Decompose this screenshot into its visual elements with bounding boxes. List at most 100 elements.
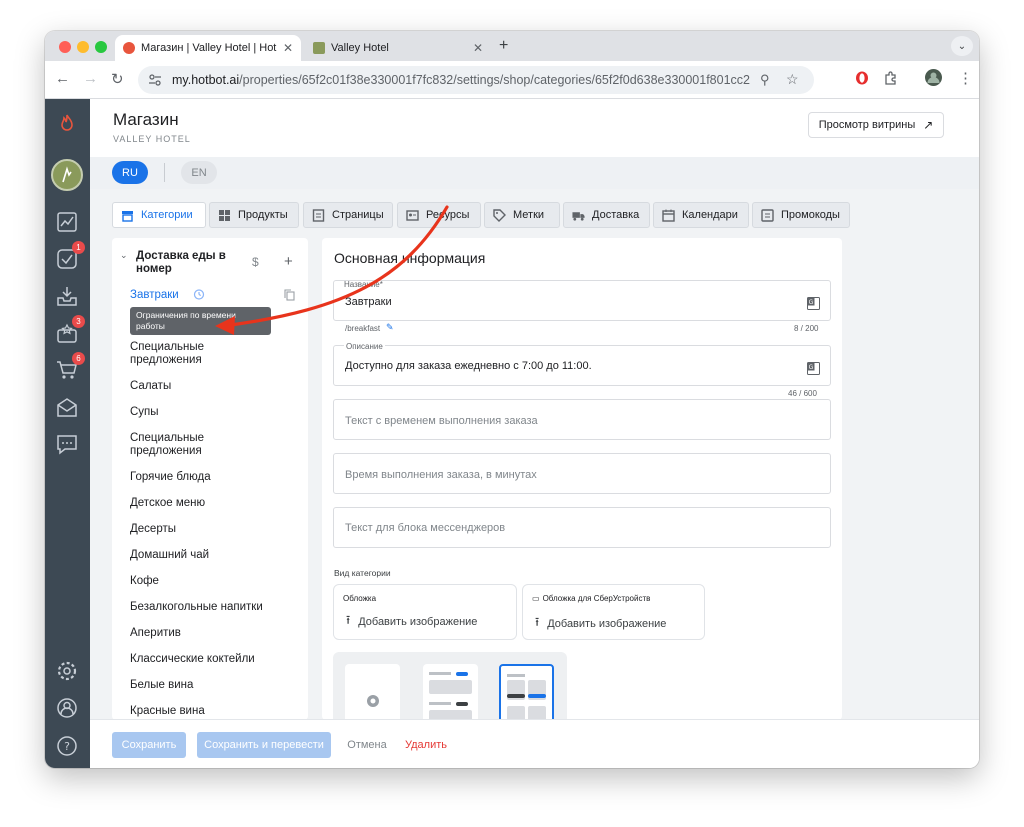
category-item[interactable]: Горячие блюда bbox=[130, 471, 270, 484]
language-switcher: RU EN bbox=[90, 157, 979, 189]
hotel-avatar[interactable] bbox=[51, 159, 83, 191]
tab-calendars[interactable]: Календари bbox=[653, 202, 749, 228]
close-tab-icon[interactable]: ✕ bbox=[473, 41, 483, 55]
tab-label: Ресурсы bbox=[426, 209, 470, 221]
add-image-button[interactable]: ⭱ Добавить изображение bbox=[346, 611, 477, 632]
page-subtitle: VALLEY HOTEL bbox=[113, 134, 191, 144]
delete-button[interactable]: Удалить bbox=[401, 732, 451, 758]
messenger-text-input[interactable]: Текст для блока мессенджеров bbox=[333, 507, 831, 548]
view-option-cover[interactable] bbox=[345, 664, 400, 720]
category-item[interactable]: Специальные предложения bbox=[130, 432, 270, 458]
category-item[interactable]: Специальные предложения bbox=[130, 341, 270, 367]
hotbot-favicon-icon bbox=[123, 42, 135, 54]
extensions-puzzle-icon[interactable] bbox=[884, 71, 898, 88]
back-icon[interactable]: ← bbox=[55, 70, 70, 87]
browser-toolbar: ← → ↻ my.hotbot.ai/properties/65f2c01f38… bbox=[45, 61, 979, 99]
action-bar: Сохранить Сохранить и перевести Отмена У… bbox=[90, 719, 979, 768]
translate-icon[interactable]: G bbox=[807, 297, 820, 310]
preview-storefront-button[interactable]: Просмотр витрины ↗ bbox=[808, 112, 944, 138]
add-image-button[interactable]: ⭱ Добавить изображение bbox=[535, 613, 666, 634]
category-item[interactable]: Домашний чай bbox=[130, 549, 270, 562]
view-option-list[interactable] bbox=[423, 664, 478, 720]
tab-tags[interactable]: Метки bbox=[484, 202, 560, 228]
tab-label: Метки bbox=[513, 209, 545, 221]
site-info-icon[interactable] bbox=[148, 73, 162, 87]
url-path: /properties/65f2c01f38e330001f7fc832/set… bbox=[239, 73, 750, 87]
time-minutes-input[interactable]: Время выполнения заказа, в минутах bbox=[333, 453, 831, 494]
category-item[interactable]: Кофе bbox=[130, 575, 270, 588]
currency-icon[interactable]: $ bbox=[252, 255, 259, 269]
reload-icon[interactable]: ↻ bbox=[111, 70, 124, 88]
tab-pages[interactable]: Страницы bbox=[303, 202, 393, 228]
category-item[interactable]: Аперитив bbox=[130, 627, 270, 640]
maximize-window-button[interactable] bbox=[95, 41, 107, 53]
collapse-chevron-icon[interactable]: ⌄ bbox=[120, 250, 128, 261]
tag-icon bbox=[493, 208, 506, 222]
slug-text[interactable]: /breakfast bbox=[345, 324, 380, 333]
tab-delivery[interactable]: Доставка bbox=[563, 202, 650, 228]
svg-text:G: G bbox=[809, 364, 814, 371]
inbox-icon[interactable] bbox=[54, 283, 80, 309]
category-item[interactable]: Супы bbox=[130, 406, 270, 419]
browser-tab-shop[interactable]: Магазин | Valley Hotel | Hotbot ✕ bbox=[115, 35, 301, 61]
save-and-translate-button[interactable]: Сохранить и перевести bbox=[197, 732, 331, 758]
minimize-window-button[interactable] bbox=[77, 41, 89, 53]
tab-label: Категории bbox=[141, 209, 193, 221]
opera-extension-icon[interactable] bbox=[855, 71, 869, 88]
browser-menu-icon[interactable]: ⋮ bbox=[958, 69, 973, 87]
clock-icon[interactable] bbox=[193, 287, 205, 305]
page-title: Магазин bbox=[113, 110, 179, 129]
add-image-label: Добавить изображение bbox=[547, 617, 667, 630]
close-window-button[interactable] bbox=[59, 41, 71, 53]
category-group-title[interactable]: Доставка еды в номер bbox=[136, 250, 248, 276]
name-field[interactable]: Название* Завтраки G bbox=[333, 280, 831, 321]
cover-sber-upload[interactable]: ▭ Обложка для СберУстройств ⭱ Добавить изо… bbox=[522, 584, 705, 640]
category-item[interactable]: Десерты bbox=[130, 523, 270, 536]
account-icon[interactable] bbox=[54, 695, 80, 721]
sidebar: 1 3 6 ? bbox=[45, 99, 90, 768]
translate-icon[interactable]: G bbox=[807, 362, 820, 375]
tab-resources[interactable]: Ресурсы bbox=[397, 202, 481, 228]
tab-products[interactable]: Продукты bbox=[209, 202, 299, 228]
zoom-icon[interactable]: ⚲ bbox=[760, 72, 770, 88]
chat-icon[interactable] bbox=[54, 431, 80, 457]
address-bar[interactable]: my.hotbot.ai/properties/65f2c01f38e33000… bbox=[138, 66, 814, 94]
new-tab-icon[interactable]: + bbox=[499, 37, 508, 55]
add-category-icon[interactable]: + bbox=[284, 253, 293, 270]
upload-icon: ⭱ bbox=[535, 615, 540, 629]
calendar-icon bbox=[662, 209, 675, 222]
edit-slug-icon[interactable]: ✎ bbox=[386, 322, 394, 333]
category-item[interactable]: Классические коктейли bbox=[130, 653, 270, 666]
browser-tab-valley-hotel[interactable]: Valley Hotel ✕ bbox=[305, 35, 491, 61]
profile-avatar[interactable] bbox=[925, 69, 942, 89]
device-icon: ▭ bbox=[532, 594, 540, 603]
category-item[interactable]: Салаты bbox=[130, 380, 270, 393]
cover-label: Обложка bbox=[343, 594, 377, 603]
tab-title: Магазин | Valley Hotel | Hotbot bbox=[141, 42, 277, 54]
tab-promocodes[interactable]: Промокоды bbox=[752, 202, 850, 228]
time-text-input[interactable]: Текст с временем выполнения заказа bbox=[333, 399, 831, 440]
tab-label: Страницы bbox=[332, 209, 384, 221]
mail-icon[interactable] bbox=[54, 394, 80, 420]
forward-icon[interactable]: → bbox=[83, 70, 98, 87]
help-icon[interactable]: ? bbox=[54, 733, 80, 759]
save-button[interactable]: Сохранить bbox=[112, 732, 186, 758]
close-tab-icon[interactable]: ✕ bbox=[283, 41, 293, 55]
view-option-grid[interactable] bbox=[499, 664, 554, 720]
copy-icon[interactable] bbox=[284, 288, 295, 306]
category-item[interactable]: Красные вина bbox=[130, 705, 270, 718]
lang-ru-button[interactable]: RU bbox=[112, 161, 148, 184]
tab-categories[interactable]: Категории bbox=[112, 202, 206, 228]
analytics-chart-icon[interactable] bbox=[54, 209, 80, 235]
description-field[interactable]: Описание Доступно для заказа ежедневно с… bbox=[333, 342, 831, 386]
cancel-button[interactable]: Отмена bbox=[342, 732, 392, 758]
tab-search-icon[interactable]: ⌄ bbox=[951, 36, 973, 56]
hotbot-logo-icon[interactable] bbox=[54, 111, 80, 137]
settings-gear-icon[interactable] bbox=[54, 658, 80, 684]
bookmark-star-icon[interactable]: ☆ bbox=[786, 71, 799, 88]
category-item[interactable]: Белые вина bbox=[130, 679, 270, 692]
category-item[interactable]: Детское меню bbox=[130, 497, 270, 510]
category-item[interactable]: Безалкогольные напитки bbox=[130, 601, 270, 614]
lang-en-button[interactable]: EN bbox=[181, 161, 217, 184]
cover-upload[interactable]: Обложка ⭱ Добавить изображение bbox=[333, 584, 517, 640]
